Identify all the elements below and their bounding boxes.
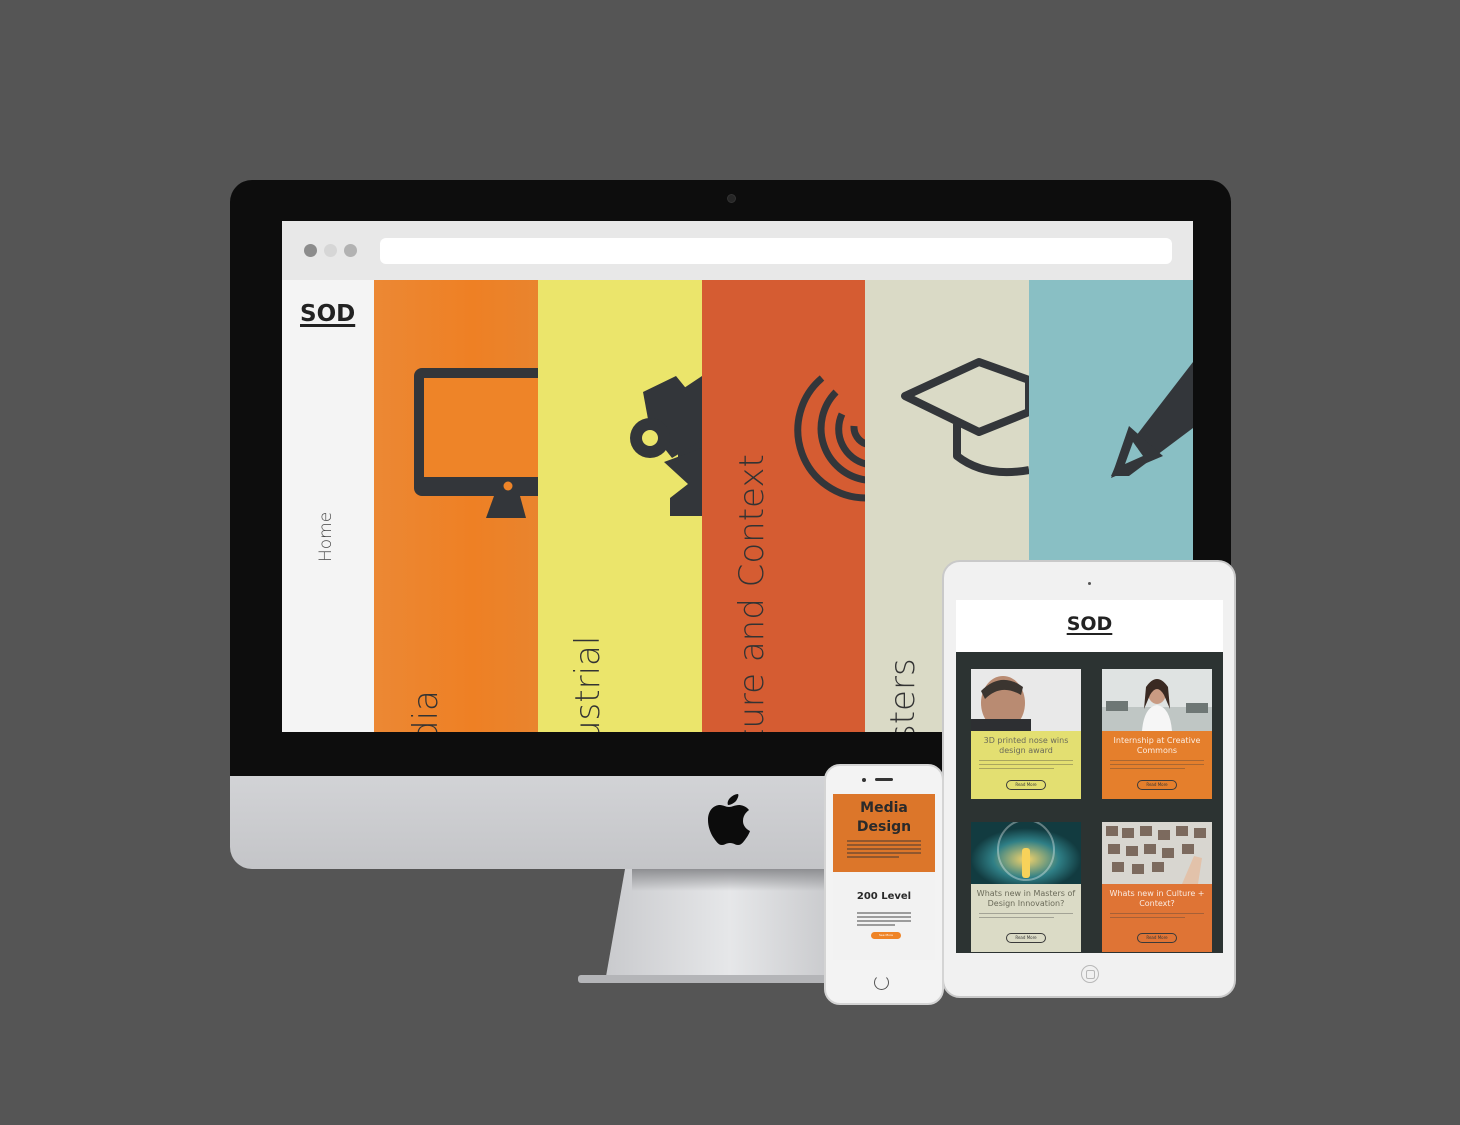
card-photo xyxy=(971,669,1081,731)
panel-media-design[interactable]: dia xyxy=(374,280,538,732)
news-card[interactable]: Internship at Creative Commons Read More xyxy=(1102,669,1212,799)
card-excerpt xyxy=(979,913,1073,921)
phone-level-heading: 200 Level xyxy=(856,891,912,902)
read-more-button[interactable]: Read More xyxy=(1006,780,1046,790)
panel-label: ture and Context xyxy=(732,454,772,732)
camera xyxy=(727,194,736,203)
card-body: Whats new in Masters of Design Innovatio… xyxy=(971,884,1081,952)
card-body: Whats new in Culture + Context? Read Mor… xyxy=(1102,884,1212,952)
phone-hero: Media Design xyxy=(833,794,935,872)
panel-culture-and-context[interactable]: ture and Context xyxy=(702,280,866,732)
news-card[interactable]: Whats new in Culture + Context? Read Mor… xyxy=(1102,822,1212,952)
tablet-camera xyxy=(1088,582,1091,585)
card-body: 3D printed nose wins design award Read M… xyxy=(971,731,1081,799)
phone-speaker xyxy=(875,778,893,781)
read-more-button[interactable]: Read More xyxy=(1137,780,1177,790)
phone-hero-title: Media Design xyxy=(833,799,935,837)
card-photo xyxy=(971,822,1081,884)
phone-screen: Media Design 200 Level See More xyxy=(833,794,935,960)
card-photo xyxy=(1102,669,1212,731)
robot-arm-icon xyxy=(630,376,702,516)
read-more-button[interactable]: Read More xyxy=(1137,933,1177,943)
hero-title-line1: Media xyxy=(860,800,908,816)
tablet-header: SOD xyxy=(956,600,1223,652)
stand-shadow xyxy=(632,869,828,891)
window-maximize-button[interactable] xyxy=(344,244,357,257)
browser-toolbar xyxy=(282,221,1193,280)
nav-home-link[interactable]: Home xyxy=(316,512,336,562)
window-minimize-button[interactable] xyxy=(324,244,337,257)
window-close-button[interactable] xyxy=(304,244,317,257)
site-logo[interactable]: SOD xyxy=(300,301,355,327)
phone-camera xyxy=(862,778,866,782)
panel-label: sters xyxy=(883,658,923,732)
news-card[interactable]: Whats new in Masters of Design Innovatio… xyxy=(971,822,1081,952)
panel-label: ustrial xyxy=(568,635,608,732)
spiral-icon xyxy=(794,375,866,502)
tablet-device: SOD 3D printed nose wins design award Re… xyxy=(942,560,1236,998)
read-more-button[interactable]: Read More xyxy=(1006,933,1046,943)
apple-logo-icon xyxy=(708,794,750,845)
hero-title-line2: Design xyxy=(856,819,912,835)
site-sidebar: SOD Home xyxy=(282,280,374,732)
card-excerpt xyxy=(979,760,1073,771)
card-photo xyxy=(1102,822,1212,884)
phone-device: Media Design 200 Level See More xyxy=(824,764,944,1005)
address-bar[interactable] xyxy=(380,238,1172,264)
tablet-site-logo[interactable]: SOD xyxy=(956,613,1223,635)
monitor-icon xyxy=(414,368,538,518)
tablet-screen: SOD 3D printed nose wins design award Re… xyxy=(956,600,1223,953)
phone-home-button[interactable] xyxy=(874,975,889,990)
panel-label: dia xyxy=(406,690,446,732)
hero-description xyxy=(847,840,921,860)
level-description xyxy=(857,912,911,928)
panel-industrial-design[interactable]: ustrial xyxy=(538,280,702,732)
card-body: Internship at Creative Commons Read More xyxy=(1102,731,1212,799)
card-excerpt xyxy=(1110,760,1204,771)
card-title: Whats new in Culture + Context? xyxy=(1109,889,1205,908)
card-title: Internship at Creative Commons xyxy=(1113,736,1201,755)
card-excerpt xyxy=(1110,913,1204,921)
card-title: 3D printed nose wins design award xyxy=(983,736,1069,755)
tablet-home-button[interactable] xyxy=(1081,965,1099,983)
card-title: Whats new in Masters of Design Innovatio… xyxy=(976,889,1076,908)
see-more-button[interactable]: See More xyxy=(871,932,901,939)
news-card[interactable]: 3D printed nose wins design award Read M… xyxy=(971,669,1081,799)
